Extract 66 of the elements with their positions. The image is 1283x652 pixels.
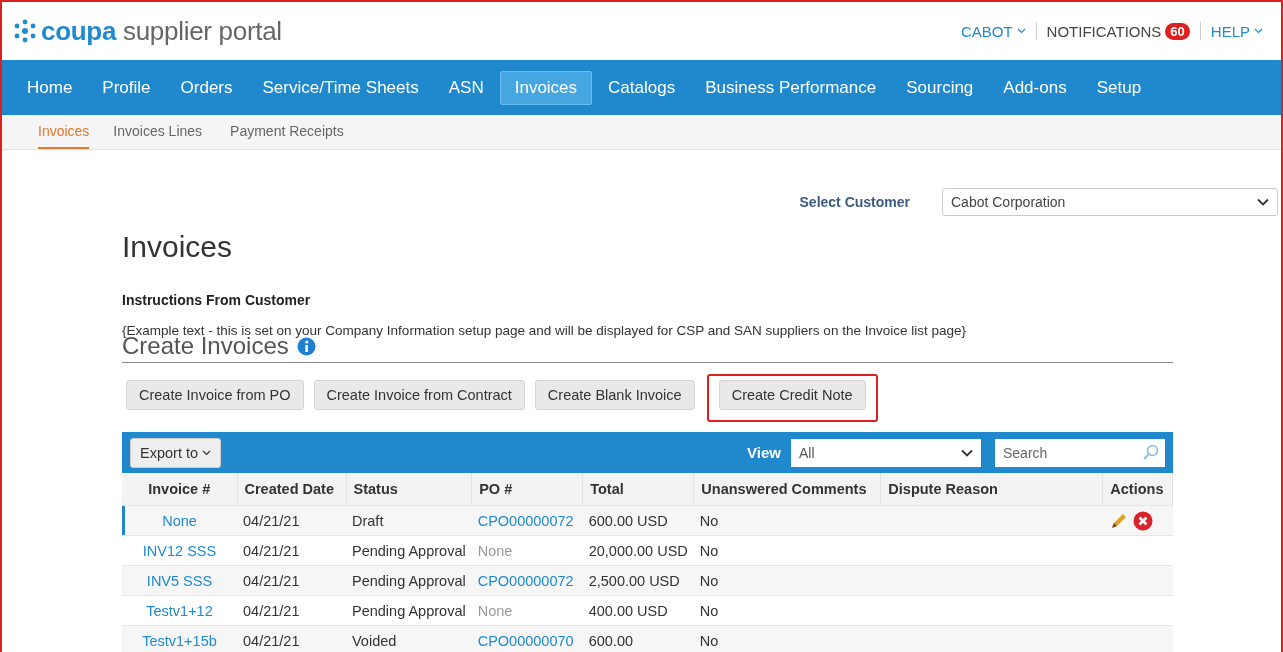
column-header[interactable]: Unanswered Comments (693, 473, 881, 506)
column-header[interactable]: Status (346, 473, 472, 506)
caret-icon (202, 449, 212, 456)
subnav-tab[interactable]: Invoices Lines (99, 115, 217, 149)
column-header[interactable]: Created Date (237, 473, 346, 506)
nav-tab[interactable]: Catalogs (594, 71, 690, 104)
table-cell: 04/21/21 (237, 625, 346, 652)
nav-tab[interactable]: ASN (434, 71, 498, 104)
invoice-link[interactable]: INV5 SSS (122, 565, 237, 596)
table-cell: Pending Approval (346, 565, 472, 596)
chevron-down-icon (961, 448, 973, 457)
delete-icon[interactable] (1132, 510, 1153, 531)
table-cell: 2,500.00 USD (582, 565, 694, 596)
subnav-tab[interactable]: Invoices (38, 115, 90, 149)
po-link[interactable]: CPO00000072 (471, 505, 583, 536)
user-menu[interactable]: CABOT (950, 22, 1036, 40)
table-cell: 600.00 USD (582, 505, 694, 536)
create-button[interactable]: Create Invoice from PO (126, 380, 304, 410)
notifications-link[interactable]: NOTIFICATIONS 60 (1036, 22, 1200, 40)
export-dropdown[interactable]: Export to (130, 437, 222, 468)
nav-tab[interactable]: Sourcing (892, 71, 988, 104)
nav-tab[interactable]: Home (13, 71, 87, 104)
search-field[interactable]: Search (995, 438, 1165, 467)
caret-icon (1016, 28, 1026, 34)
column-header[interactable]: Actions (1102, 473, 1173, 506)
logo-wordmark[interactable]: coupa supplier portal (41, 15, 282, 47)
help-menu[interactable]: HELP (1200, 22, 1273, 40)
po-link[interactable]: CPO00000070 (471, 625, 583, 652)
view-label: View (747, 444, 781, 461)
po-link[interactable]: CPO00000072 (471, 565, 583, 596)
nav-tab[interactable]: Orders (166, 71, 247, 104)
create-button[interactable]: Create Blank Invoice (534, 380, 695, 410)
notification-count-badge: 60 (1165, 22, 1190, 40)
table-cell: Draft (346, 505, 472, 536)
caret-icon (1254, 28, 1263, 34)
create-button[interactable]: Create Credit Note (706, 374, 878, 422)
nav-tab[interactable]: Business Performance (691, 71, 891, 104)
info-icon[interactable] (296, 336, 316, 356)
table-cell: 04/21/21 (237, 565, 346, 596)
column-header[interactable]: PO # (471, 473, 583, 506)
table-cell: Voided (346, 625, 472, 652)
nav-tab[interactable]: Service/Time Sheets (248, 71, 433, 104)
nav-tab[interactable]: Setup (1082, 71, 1156, 104)
search-icon (1142, 443, 1159, 461)
snowflake-logo-icon (12, 19, 38, 43)
table-cell: No (693, 565, 881, 596)
chevron-down-icon (1257, 198, 1269, 206)
table-cell: No (693, 625, 881, 652)
invoice-link[interactable]: None (122, 505, 237, 536)
column-header[interactable]: Dispute Reason (880, 473, 1103, 506)
column-header[interactable]: Invoice # (122, 473, 237, 506)
column-header[interactable]: Total (582, 473, 694, 506)
view-dropdown[interactable]: All (791, 438, 981, 467)
nav-tab[interactable]: Add-ons (989, 71, 1081, 104)
instructions-text: {Example text - this is set on your Company Information setup page and will be displayed for CSP and SAN suppliers on the Invoice list page} (122, 323, 967, 338)
invoice-link[interactable]: Testv1+15b (122, 625, 237, 652)
table-cell: 600.00 (582, 625, 694, 652)
customer-dropdown[interactable]: Cabot Corporation (942, 188, 1278, 216)
subnav-tab[interactable]: Payment Receipts (216, 115, 358, 149)
instructions-title: Instructions From Customer (122, 292, 312, 308)
create-button[interactable]: Create Invoice from Contract (313, 380, 525, 410)
nav-tab[interactable]: Profile (88, 71, 165, 104)
select-customer-label: Select Customer (799, 194, 910, 210)
table-cell: No (693, 505, 881, 536)
page-title: Invoices (122, 230, 234, 264)
table-cell: 04/21/21 (237, 505, 346, 536)
